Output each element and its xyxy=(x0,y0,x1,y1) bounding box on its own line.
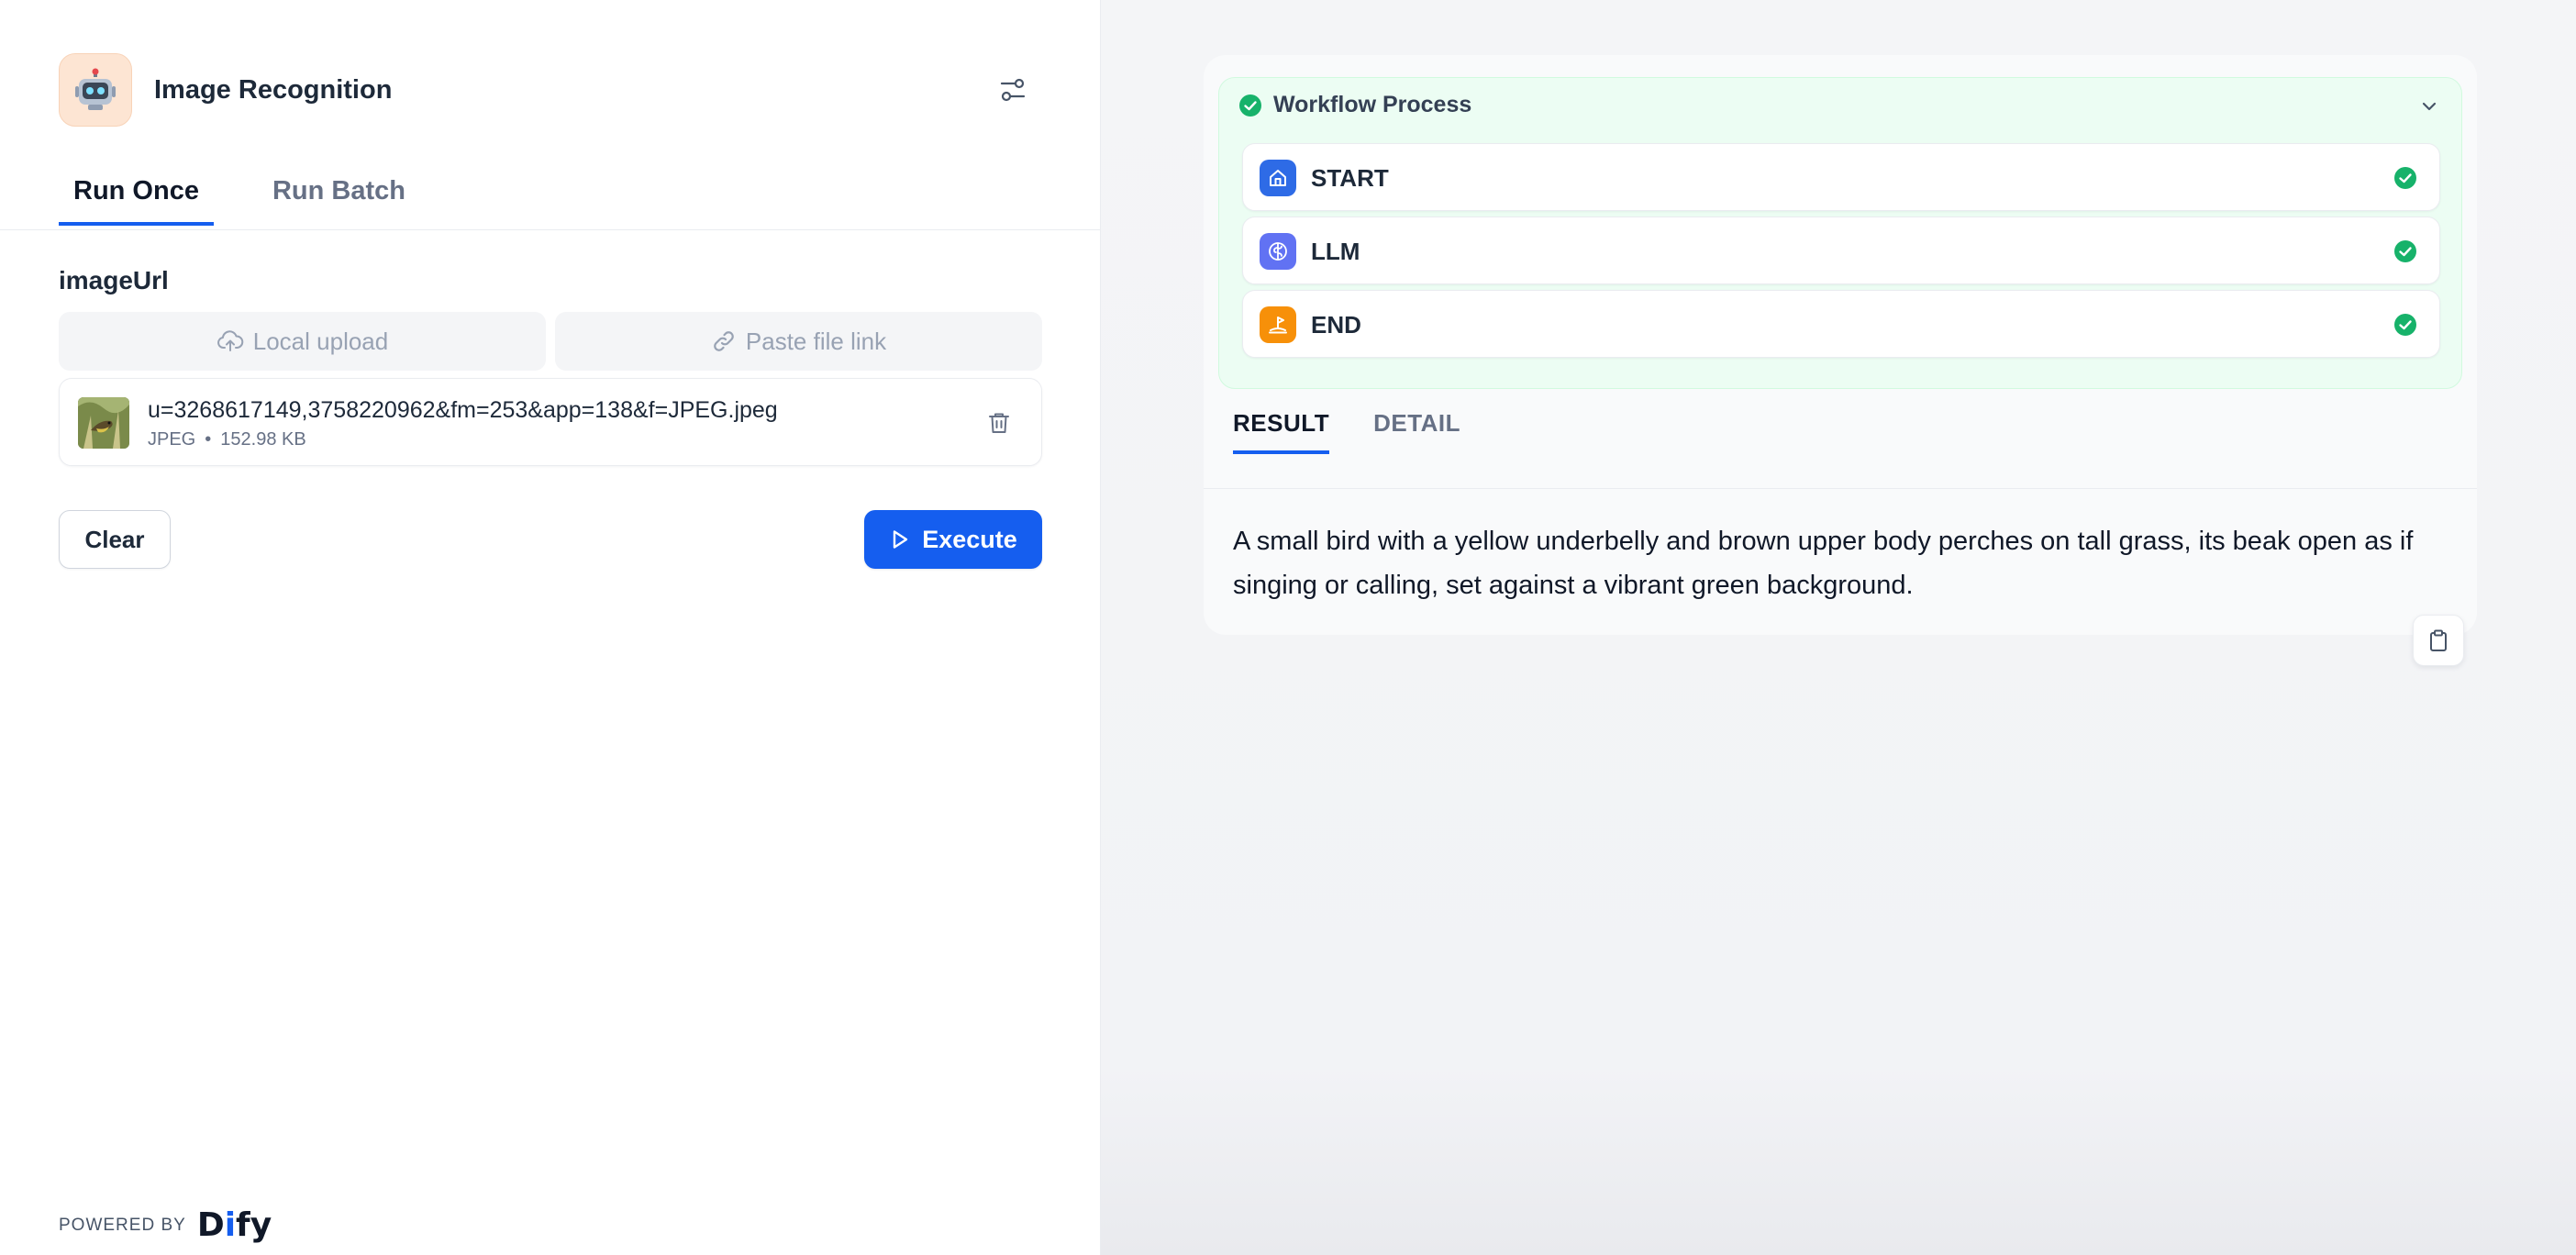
execute-button[interactable]: Execute xyxy=(864,510,1042,569)
sliders-icon xyxy=(1000,78,1026,102)
home-icon xyxy=(1260,160,1296,196)
settings-button[interactable] xyxy=(994,72,1031,108)
dify-logo-d: D xyxy=(196,1206,225,1244)
uploaded-file-card: u=3268617149,3758220962&fm=253&app=138&f… xyxy=(59,378,1042,466)
check-circle-icon xyxy=(2394,314,2416,336)
left-panel: Image Recognition Run Once Run Batch ima… xyxy=(0,0,1101,1255)
node-label: START xyxy=(1311,164,1389,192)
node-label: END xyxy=(1311,311,1361,339)
chevron-down-icon xyxy=(2422,102,2437,111)
local-upload-button[interactable]: Local upload xyxy=(59,312,546,371)
node-label: LLM xyxy=(1311,238,1360,265)
result-tabs: RESULT DETAIL xyxy=(1233,409,1460,454)
image-thumbnail xyxy=(78,397,129,449)
collapse-workflow-button[interactable] xyxy=(2416,94,2442,119)
tab-detail[interactable]: DETAIL xyxy=(1373,409,1460,454)
workflow-node-end[interactable]: END xyxy=(1242,290,2440,358)
dify-logo-rest: fy xyxy=(236,1206,272,1244)
powered-by-text: POWERED BY xyxy=(59,1216,186,1235)
flag-icon xyxy=(1260,306,1296,343)
app-title: Image Recognition xyxy=(154,75,393,105)
check-circle-icon xyxy=(2394,240,2416,262)
execute-label: Execute xyxy=(922,525,1017,553)
workflow-node-start[interactable]: START xyxy=(1242,143,2440,211)
file-size: 152.98 KB xyxy=(220,429,306,450)
upload-options: Local upload Paste file link xyxy=(59,312,1042,371)
robot-icon xyxy=(59,53,132,127)
delete-file-button[interactable] xyxy=(981,405,1017,441)
trash-icon xyxy=(989,413,1009,433)
dify-logo-i: i xyxy=(224,1206,237,1244)
tab-run-batch[interactable]: Run Batch xyxy=(258,172,420,226)
run-tabs: Run Once Run Batch xyxy=(59,172,420,226)
file-name: u=3268617149,3758220962&fm=253&app=138&f… xyxy=(148,397,778,423)
brain-icon xyxy=(1260,233,1296,270)
cloud-upload-icon xyxy=(217,330,244,351)
file-type: JPEG xyxy=(148,429,196,450)
tabs-divider xyxy=(0,229,1101,230)
dify-logo[interactable]: Dify xyxy=(197,1209,272,1242)
file-meta: JPEG • 152.98 KB xyxy=(148,428,306,450)
tab-result[interactable]: RESULT xyxy=(1233,409,1330,454)
workflow-node-llm[interactable]: LLM xyxy=(1242,217,2440,284)
check-circle-icon xyxy=(2394,167,2416,189)
tab-run-once[interactable]: Run Once xyxy=(59,172,214,226)
copy-result-button[interactable] xyxy=(2413,615,2464,666)
clipboard-icon xyxy=(2430,629,2447,651)
meta-separator: • xyxy=(205,429,212,450)
workflow-title: Workflow Process xyxy=(1273,92,1472,117)
check-circle-icon xyxy=(1239,94,1261,117)
local-upload-label: Local upload xyxy=(252,327,389,355)
clear-button[interactable]: Clear xyxy=(59,510,171,569)
link-icon xyxy=(714,331,734,351)
play-icon xyxy=(894,530,908,549)
result-divider xyxy=(1204,488,2477,489)
paste-link-label: Paste file link xyxy=(745,327,887,355)
workflow-header[interactable]: Workflow Process xyxy=(1238,92,1471,118)
result-text: A small bird with a yellow underbelly an… xyxy=(1233,527,2414,600)
field-label: imageUrl xyxy=(59,266,169,294)
paste-link-button[interactable]: Paste file link xyxy=(555,312,1042,371)
powered-by: POWERED BY Dify xyxy=(59,1209,272,1242)
